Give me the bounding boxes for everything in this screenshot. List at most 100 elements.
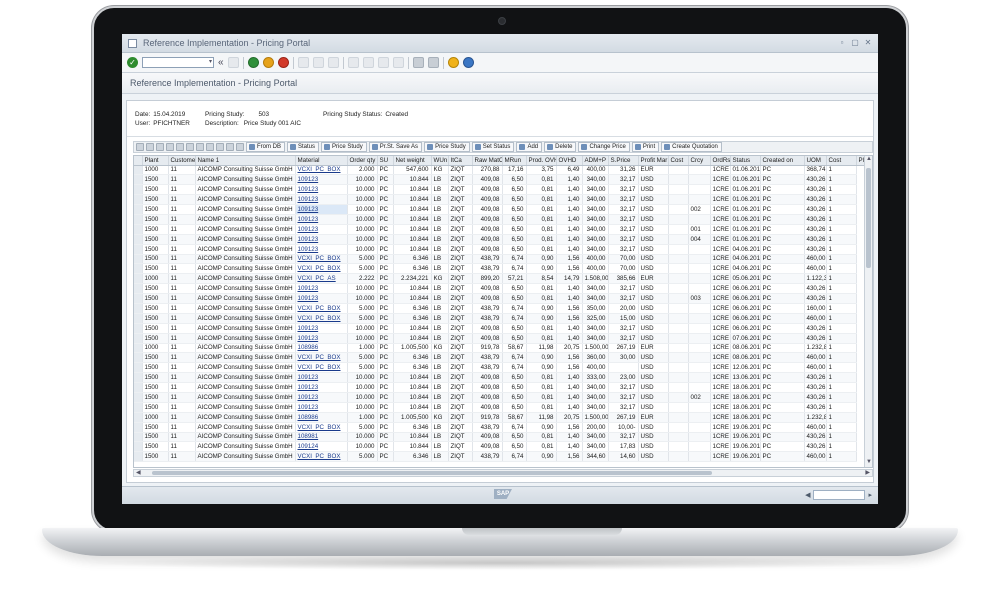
table-cell[interactable]: 10.000 (347, 293, 378, 304)
row-selector[interactable] (134, 333, 143, 344)
column-header[interactable]: ItCa (448, 156, 473, 166)
table-cell[interactable]: PC (377, 224, 394, 235)
table-cell[interactable]: ZIQT (448, 174, 473, 186)
enter-check-icon[interactable]: ✓ (127, 57, 138, 68)
table-row[interactable]: 1500 11 AICOMP Consulting Suisse GmbH VCXI_… (134, 303, 866, 314)
table-cell[interactable]: 01.06.2018 (730, 194, 761, 206)
table-cell[interactable]: 899,20 (472, 273, 503, 285)
table-cell[interactable]: 6,50 (502, 194, 527, 206)
table-cell[interactable]: PC (377, 382, 394, 393)
table-cell[interactable]: 1500 (142, 313, 169, 324)
table-cell[interactable]: 344,60 (582, 451, 609, 463)
row-selector-header[interactable] (134, 156, 143, 166)
table-cell[interactable]: 32,17 (608, 244, 639, 255)
back-icon[interactable] (247, 57, 259, 68)
table-cell[interactable]: 1 (826, 303, 857, 314)
table-cell[interactable] (668, 451, 689, 463)
table-cell[interactable]: 58,67 (502, 412, 527, 423)
table-cell[interactable] (668, 343, 689, 354)
table-cell[interactable] (668, 352, 689, 364)
row-selector[interactable] (134, 303, 143, 314)
table-cell[interactable]: 01.06.2018 (730, 165, 761, 176)
table-cell[interactable]: LB (431, 244, 449, 255)
table-cell[interactable]: 32,17 (608, 402, 639, 413)
table-cell[interactable]: VCXI_PC_BOX (295, 422, 348, 433)
table-cell[interactable]: 430,26 (804, 224, 827, 235)
table-cell[interactable] (688, 412, 711, 423)
row-selector[interactable] (134, 165, 143, 176)
table-cell[interactable]: 10.000 (347, 392, 378, 403)
table-cell[interactable]: AICOMP Consulting Suisse GmbH (195, 422, 296, 433)
minimize-icon[interactable]: ▫ (838, 39, 846, 47)
table-cell[interactable]: LB (431, 392, 449, 403)
settings-icon[interactable] (462, 57, 474, 68)
column-header[interactable]: Raw MatC (472, 156, 503, 166)
table-cell[interactable]: 1CRE (710, 273, 731, 285)
column-header[interactable]: Customer (168, 156, 196, 166)
table-cell[interactable]: 1CRE (710, 283, 731, 295)
table-cell[interactable]: 1CRE (710, 165, 731, 176)
table-cell[interactable]: 32,17 (608, 283, 639, 295)
table-cell[interactable]: 109123 (295, 333, 348, 344)
table-cell[interactable]: 1,56 (556, 254, 583, 265)
table-cell[interactable]: 109123 (295, 194, 348, 206)
print-preview-icon[interactable] (206, 143, 214, 151)
table-cell[interactable]: 430,26 (804, 392, 827, 403)
table-cell[interactable]: 108986 (295, 343, 348, 354)
table-cell[interactable]: 6,50 (502, 204, 527, 215)
table-cell[interactable]: 1CRE (710, 303, 731, 314)
table-cell[interactable] (688, 174, 711, 186)
table-cell[interactable]: 1CRE (710, 224, 731, 235)
table-cell[interactable]: KG (431, 165, 449, 176)
table-cell[interactable]: ZIQT (448, 194, 473, 206)
table-cell[interactable]: 1500 (142, 244, 169, 255)
table-cell[interactable]: PC (377, 263, 394, 275)
table-cell[interactable]: USD (638, 224, 669, 235)
table-cell[interactable]: 10.844 (393, 283, 432, 295)
table-cell[interactable]: 11 (168, 333, 196, 344)
table-cell[interactable]: 002 (688, 204, 711, 215)
scroll-up-icon[interactable]: ▲ (865, 156, 872, 164)
table-cell[interactable]: 6,50 (502, 372, 527, 384)
table-cell[interactable]: PC (377, 352, 394, 364)
table-cell[interactable]: 32,17 (608, 333, 639, 344)
table-cell[interactable]: ZIQT (448, 214, 473, 225)
table-cell[interactable]: 547,600 (393, 165, 432, 176)
row-selector[interactable] (134, 273, 143, 285)
table-cell[interactable]: 1500 (142, 293, 169, 304)
table-cell[interactable] (688, 283, 711, 295)
table-cell[interactable]: 0,81 (526, 402, 557, 413)
table-cell[interactable]: LB (431, 333, 449, 344)
horizontal-scrollbar[interactable]: ◀ ▶ (133, 469, 873, 477)
table-cell[interactable]: AICOMP Consulting Suisse GmbH (195, 402, 296, 413)
table-cell[interactable]: 1 (826, 372, 857, 384)
table-cell[interactable]: 1 (826, 402, 857, 413)
table-cell[interactable]: 1,40 (556, 293, 583, 304)
table-cell[interactable]: AICOMP Consulting Suisse GmbH (195, 451, 296, 463)
table-cell[interactable]: 17,16 (502, 165, 527, 176)
table-cell[interactable]: 109123 (295, 382, 348, 393)
table-cell[interactable]: AICOMP Consulting Suisse GmbH (195, 333, 296, 344)
table-cell[interactable]: 32,17 (608, 214, 639, 225)
table-cell[interactable]: 11 (168, 323, 196, 334)
table-cell[interactable]: 109123 (295, 184, 348, 196)
table-cell[interactable]: 6,50 (502, 432, 527, 443)
table-cell[interactable]: PC (760, 432, 805, 443)
table-row[interactable]: 1500 11 AICOMP Consulting Suisse GmbH VCXI_… (134, 422, 866, 433)
table-cell[interactable]: PC (760, 303, 805, 314)
table-cell[interactable]: 409,08 (472, 224, 503, 235)
table-cell[interactable]: 1500 (142, 214, 169, 225)
table-cell[interactable]: PC (760, 352, 805, 364)
table-cell[interactable]: PC (377, 283, 394, 295)
table-cell[interactable]: USD (638, 352, 669, 364)
table-cell[interactable]: 1.232,81 (804, 343, 827, 354)
table-cell[interactable] (688, 382, 711, 393)
table-cell[interactable]: 11 (168, 204, 196, 215)
table-cell[interactable]: ZIQT (448, 313, 473, 324)
table-cell[interactable]: 18.06.2018 (730, 412, 761, 423)
table-cell[interactable]: 438,79 (472, 451, 503, 463)
table-cell[interactable]: 3,75 (526, 165, 557, 176)
table-row[interactable]: 1500 11 AICOMP Consulting Suisse GmbH 10912… (134, 372, 866, 384)
table-cell[interactable]: PC (760, 313, 805, 324)
table-cell[interactable]: PC (377, 441, 394, 453)
